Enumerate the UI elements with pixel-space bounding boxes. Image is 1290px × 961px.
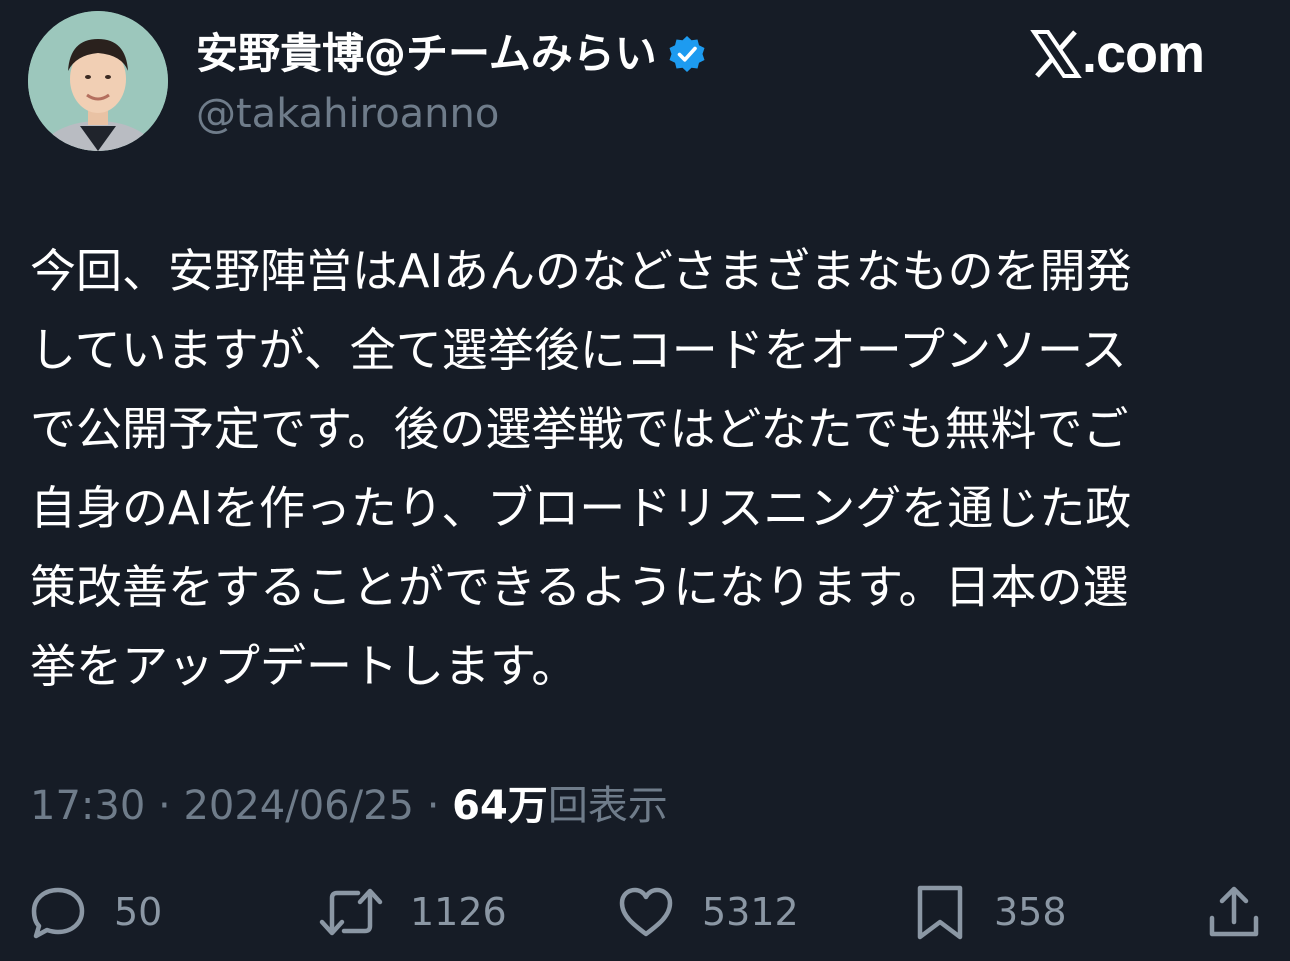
display-name-text[interactable]: 安野貴博@チームみらい	[196, 28, 657, 80]
bookmark-count: 358	[994, 890, 1067, 934]
like-count: 5312	[702, 890, 799, 934]
reply-button[interactable]: 50	[28, 880, 162, 944]
tweet-text-line: 挙をアップデートします。	[30, 639, 578, 693]
tweet-text-line: 策改善をすることができるようになります。日本の選	[30, 560, 1129, 614]
bookmark-button[interactable]: 358	[912, 880, 1067, 944]
reply-count: 50	[114, 890, 163, 934]
verified-badge-icon	[669, 36, 705, 72]
author-display-name[interactable]: 安野貴博@チームみらい	[196, 28, 707, 80]
avatar-image	[28, 11, 168, 151]
x-logo-icon	[1030, 30, 1082, 78]
views-label: 回表示	[547, 783, 668, 829]
bookmark-icon	[917, 885, 963, 940]
reply-icon	[31, 887, 85, 939]
tweet-date[interactable]: 2024/06/25	[183, 783, 414, 829]
x-brand-watermark: .com	[1030, 22, 1205, 86]
retweet-button[interactable]: 1126	[318, 880, 507, 944]
share-button[interactable]	[1204, 880, 1264, 944]
author-handle[interactable]: @takahiroanno	[196, 90, 499, 138]
tweet-text-line: 自身のAIを作ったり、ブロードリスニングを通じた政	[30, 481, 1132, 535]
meta-separator: ·	[413, 783, 453, 829]
tweet-text-line: で公開予定です。後の選挙戦ではどなたでも無料でご	[30, 402, 1129, 456]
retweet-icon	[319, 888, 383, 936]
like-button[interactable]: 5312	[616, 880, 799, 944]
tweet-card: 安野貴博@チームみらい @takahiroanno .com 今回、安野陣営はA…	[0, 0, 1290, 961]
meta-separator: ·	[145, 783, 184, 829]
avatar[interactable]	[28, 11, 168, 151]
tweet-text: 今回、安野陣営はAIあんのなどさまざまなものを開発 していますが、全て選挙後にコ…	[30, 232, 1250, 706]
brand-suffix-text: .com	[1082, 24, 1205, 84]
heart-icon	[619, 887, 673, 937]
tweet-time[interactable]: 17:30	[30, 783, 145, 829]
share-icon	[1209, 886, 1259, 937]
tweet-text-line: していますが、全て選挙後にコードをオープンソース	[30, 323, 1127, 377]
retweet-count: 1126	[410, 890, 507, 934]
tweet-text-line: 今回、安野陣営はAIあんのなどさまざまなものを開発	[30, 244, 1132, 298]
tweet-meta: 17:30 · 2024/06/25 · 64万回表示	[30, 780, 668, 832]
views-count[interactable]: 64万	[452, 783, 548, 829]
tweet-actions-bar: 50 1126 5312 358	[0, 880, 1290, 944]
